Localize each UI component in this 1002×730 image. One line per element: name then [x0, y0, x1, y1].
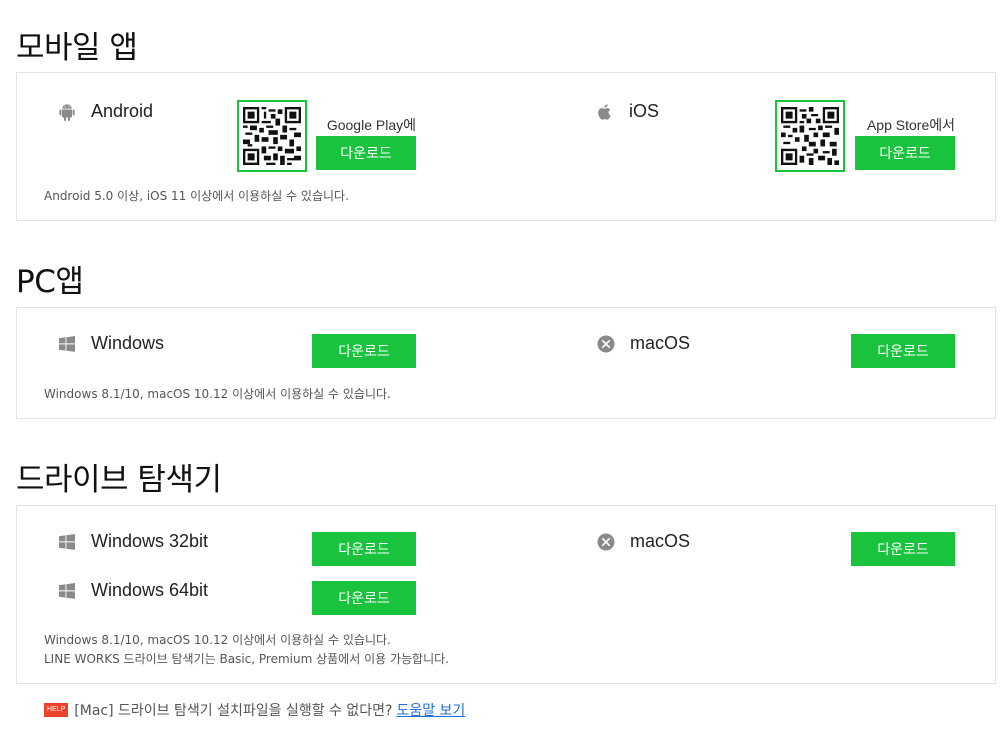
- download-button-android[interactable]: 다운로드: [316, 136, 416, 170]
- macos-icon: [596, 334, 616, 354]
- section-title-pc: PC앱: [16, 264, 84, 300]
- platform-android: Android: [57, 101, 153, 122]
- download-button-windows[interactable]: 다운로드: [312, 334, 416, 368]
- download-button-windows-32bit[interactable]: 다운로드: [312, 532, 416, 566]
- platform-name-windows-64bit: Windows 64bit: [91, 580, 209, 600]
- platform-name-ios: iOS: [629, 101, 660, 121]
- windows-icon: [57, 581, 77, 601]
- help-row: HELP [Mac] 드라이브 탐색기 설치파일을 실행할 수 없다면? 도움말…: [44, 700, 465, 720]
- apple-icon: [595, 102, 615, 122]
- pc-app-card: Windows 다운로드 macOS 다운로드 Windows 8.1/10, …: [16, 307, 996, 419]
- windows-icon: [57, 532, 77, 552]
- qr-code-app-store: [775, 100, 845, 172]
- macos-icon: [596, 532, 616, 552]
- qr-code-image: [243, 107, 301, 165]
- help-link[interactable]: 도움말 보기: [396, 700, 465, 720]
- android-icon: [57, 102, 77, 122]
- qr-code-image: [781, 107, 839, 165]
- download-button-ios[interactable]: 다운로드: [855, 136, 955, 170]
- platform-name-android: Android: [91, 101, 154, 121]
- platform-windows-64bit: Windows 64bit: [57, 580, 208, 601]
- platform-macos: macOS: [596, 333, 690, 354]
- platform-ios: iOS: [595, 101, 659, 122]
- platform-windows-32bit: Windows 32bit: [57, 531, 208, 552]
- qr-code-google-play: [237, 100, 307, 172]
- platform-name-macos: macOS: [630, 531, 691, 551]
- store-label-app-store: App Store에서: [866, 117, 955, 133]
- platform-name-macos: macOS: [630, 333, 691, 353]
- platform-windows: Windows: [57, 333, 164, 354]
- mobile-app-card: Android Google Play에서 다운로드 iOS: [16, 72, 996, 221]
- download-button-windows-64bit[interactable]: 다운로드: [312, 581, 416, 615]
- section-title-mobile: 모바일 앱: [16, 30, 138, 66]
- help-text: [Mac] 드라이브 탐색기 설치파일을 실행할 수 없다면?: [74, 703, 393, 719]
- platform-macos: macOS: [596, 531, 690, 552]
- drive-plan-note: LINE WORKS 드라이브 탐색기는 Basic, Premium 상품에서…: [44, 652, 449, 666]
- drive-requirements-note: Windows 8.1/10, macOS 10.12 이상에서 이용하실 수 …: [44, 633, 391, 647]
- download-button-macos[interactable]: 다운로드: [851, 334, 955, 368]
- help-badge: HELP: [44, 703, 69, 717]
- section-title-drive: 드라이브 탐색기: [16, 462, 222, 498]
- platform-name-windows-32bit: Windows 32bit: [91, 531, 209, 551]
- platform-name-windows: Windows: [91, 333, 165, 353]
- pc-requirements-note: Windows 8.1/10, macOS 10.12 이상에서 이용하실 수 …: [44, 387, 391, 401]
- mobile-requirements-note: Android 5.0 이상, iOS 11 이상에서 이용하실 수 있습니다.: [44, 189, 349, 203]
- windows-icon: [57, 334, 77, 354]
- download-button-drive-macos[interactable]: 다운로드: [851, 532, 955, 566]
- drive-explorer-card: Windows 32bit 다운로드 Windows 64bit 다운로드 ma…: [16, 505, 996, 684]
